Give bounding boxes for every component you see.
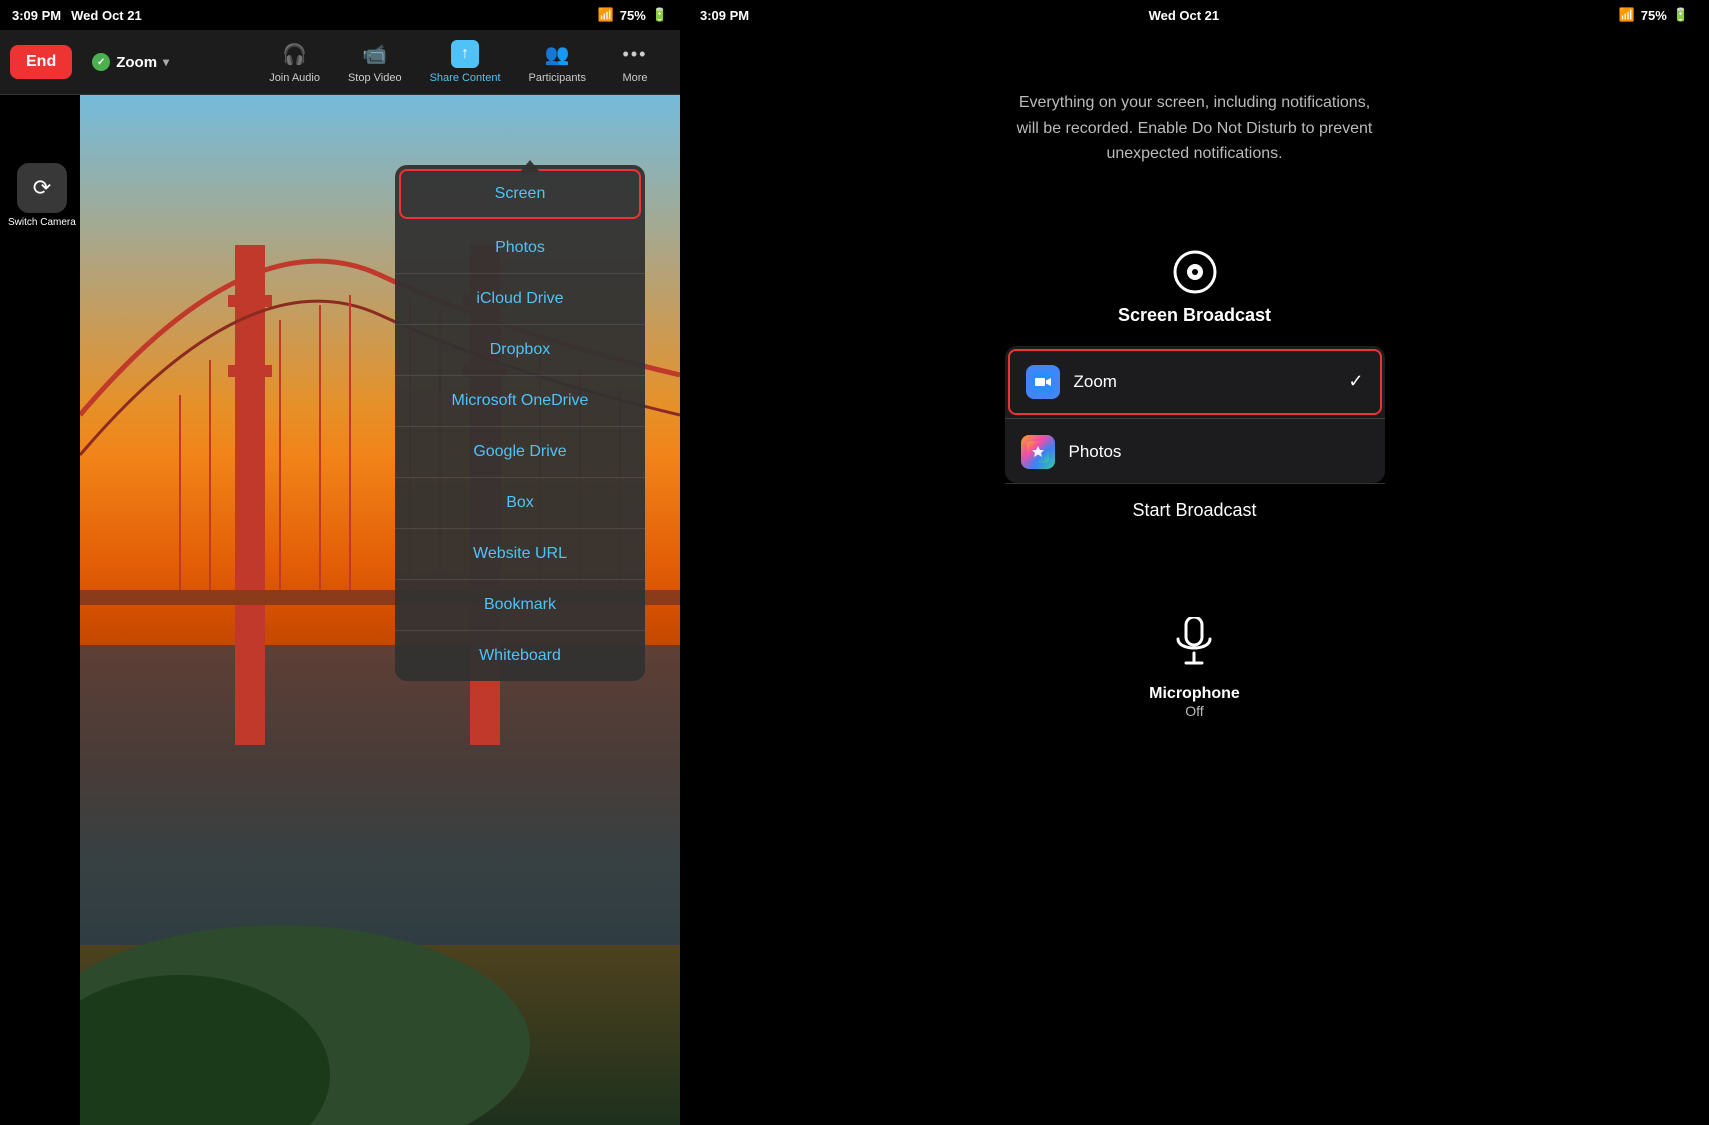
broadcast-app-zoom[interactable]: Zoom ✓ xyxy=(1008,349,1382,415)
dropdown-item-googledrive[interactable]: Google Drive xyxy=(395,427,645,478)
time-left: 3:09 PM xyxy=(12,8,61,23)
microphone-status: Off xyxy=(1185,703,1203,719)
stop-video-label: Stop Video xyxy=(348,72,402,84)
date-right: Wed Oct 21 xyxy=(1149,8,1220,23)
broadcast-app-photos[interactable]: Photos xyxy=(1005,421,1385,483)
broadcast-app-list: Zoom ✓ xyxy=(1005,346,1385,483)
dropdown-item-onedrive[interactable]: Microsoft OneDrive xyxy=(395,376,645,427)
dropdown-arrow xyxy=(520,160,540,172)
participants-label: Participants xyxy=(529,72,586,84)
photos-app-name: Photos xyxy=(1069,442,1369,462)
toolbar-join-audio[interactable]: 🎧 Join Audio xyxy=(255,34,334,90)
headphones-icon: 🎧 xyxy=(281,40,309,68)
video-icon: 📹 xyxy=(361,40,389,68)
wifi-icon: 📶 xyxy=(598,7,614,23)
dropdown-item-dropbox[interactable]: Dropbox xyxy=(395,325,645,376)
toolbar-participants[interactable]: 👥 Participants xyxy=(515,34,600,90)
screen-broadcast-label: Screen Broadcast xyxy=(1118,305,1271,326)
app-list-divider xyxy=(1005,418,1385,419)
toolbar: End ✓ Zoom ▾ 🎧 Join Audio 📹 Stop Video ↑… xyxy=(0,30,680,95)
dropdown-item-screen[interactable]: Screen xyxy=(399,169,641,219)
toolbar-share-content[interactable]: ↑ Share Content xyxy=(416,34,515,90)
battery-icon-left: 🔋 xyxy=(652,7,668,23)
dropdown-item-photos[interactable]: Photos xyxy=(395,223,645,274)
date-left: Wed Oct 21 xyxy=(71,8,142,23)
share-content-dropdown: Screen Photos iCloud Drive Dropbox Micro… xyxy=(395,165,645,681)
wifi-right-icon: 📶 xyxy=(1619,7,1635,23)
switch-camera-button[interactable]: ⟳ Switch Camera xyxy=(8,163,76,228)
share-content-label: Share Content xyxy=(430,72,501,84)
zoom-checkmark-icon: ✓ xyxy=(1348,371,1363,392)
start-broadcast-button[interactable]: Start Broadcast xyxy=(1005,484,1385,537)
more-icon: ••• xyxy=(621,40,649,68)
battery-left: 75% xyxy=(620,8,646,23)
main-content: ⟳ Switch Camera Screen Photos iCloud Dri… xyxy=(0,95,680,1125)
toolbar-stop-video[interactable]: 📹 Stop Video xyxy=(334,34,416,90)
status-bar-right: 3:09 PM Wed Oct 21 📶 75% 🔋 xyxy=(680,0,1709,30)
more-label: More xyxy=(622,72,647,84)
battery-icon-right: 🔋 xyxy=(1673,7,1689,23)
end-button[interactable]: End xyxy=(10,45,72,79)
microphone-label: Microphone xyxy=(1149,685,1240,703)
broadcast-icon xyxy=(1170,247,1220,297)
toolbar-items: 🎧 Join Audio 📹 Stop Video ↑ Share Conten… xyxy=(199,34,670,90)
toolbar-more[interactable]: ••• More xyxy=(600,34,670,90)
camera-switch-icon: ⟳ xyxy=(17,163,67,213)
join-audio-label: Join Audio xyxy=(269,72,320,84)
dropdown-item-box[interactable]: Box xyxy=(395,478,645,529)
zoom-brand: ✓ Zoom ▾ xyxy=(92,53,169,71)
status-icons-left: 📶 75% 🔋 xyxy=(598,7,668,23)
right-panel: 3:09 PM Wed Oct 21 📶 75% 🔋 Everything on… xyxy=(680,0,1709,1125)
dropdown-item-whiteboard[interactable]: Whiteboard xyxy=(395,631,645,681)
battery-right: 75% xyxy=(1641,8,1667,23)
switch-camera-label: Switch Camera xyxy=(8,217,76,228)
left-panel: 3:09 PM Wed Oct 21 📶 75% 🔋 End ✓ Zoom ▾ … xyxy=(0,0,680,1125)
zoom-app-icon xyxy=(1026,365,1060,399)
zoom-shield-icon: ✓ xyxy=(92,53,110,71)
zoom-dropdown-icon: ▾ xyxy=(163,55,169,69)
status-icons-right: 📶 75% 🔋 xyxy=(1619,7,1689,23)
time-right: 3:09 PM xyxy=(700,8,749,23)
dropdown-item-bookmark[interactable]: Bookmark xyxy=(395,580,645,631)
zoom-brand-label: Zoom xyxy=(116,54,157,71)
screen-broadcast-section: Screen Broadcast Zoom ✓ xyxy=(1005,247,1385,537)
dropdown-item-websiteurl[interactable]: Website URL xyxy=(395,529,645,580)
participants-icon: 👥 xyxy=(543,40,571,68)
right-content: Everything on your screen, including not… xyxy=(680,30,1709,1125)
notice-text: Everything on your screen, including not… xyxy=(1015,90,1375,167)
microphone-icon xyxy=(1176,617,1212,677)
microphone-section: Microphone Off xyxy=(1149,617,1240,719)
share-content-icon: ↑ xyxy=(451,40,479,68)
zoom-app-name: Zoom xyxy=(1074,372,1349,392)
dropdown-item-icloud[interactable]: iCloud Drive xyxy=(395,274,645,325)
photos-app-icon xyxy=(1021,435,1055,469)
status-bar-left: 3:09 PM Wed Oct 21 📶 75% 🔋 xyxy=(0,0,680,30)
